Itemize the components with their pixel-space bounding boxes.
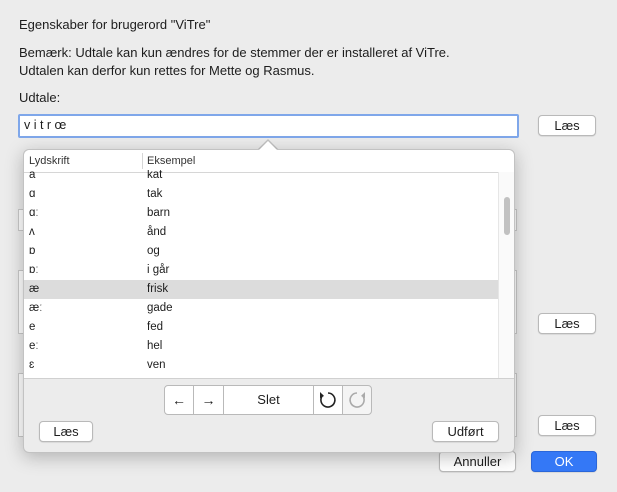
table-body: a kat ɑ tak ɑː barn ʌ ånd ɒ og ɒː i går æ frisk æː gade… — [24, 170, 498, 378]
left-arrow-button[interactable]: ← — [164, 385, 194, 415]
table-row[interactable]: eː hel — [24, 337, 498, 356]
scrollbar-track[interactable] — [498, 172, 514, 378]
example-word: hel — [147, 340, 163, 352]
table-row[interactable]: ɒː i går — [24, 261, 498, 280]
ok-button[interactable]: OK — [531, 451, 597, 472]
phonetic-symbol: ɒː — [29, 264, 39, 276]
table-row[interactable]: æː gade — [24, 299, 498, 318]
phonetic-table: Lydskrift Eksempel a kat ɑ tak ɑː barn ʌ ånd ɒ og… — [24, 150, 514, 379]
undo-icon — [320, 392, 336, 408]
example-word: barn — [147, 207, 171, 219]
delete-label: Slet — [257, 392, 280, 407]
done-button[interactable]: Udført — [432, 421, 499, 442]
pronunciation-value: v i t r œ — [24, 118, 67, 132]
table-row[interactable]: ɛ ven — [24, 356, 498, 375]
undo-button[interactable] — [313, 385, 343, 415]
note-line-1: Bemærk: Udtale kan kun ændres for de ste… — [19, 45, 450, 60]
table-row[interactable]: a kat — [24, 170, 498, 185]
table-row[interactable]: æ frisk — [24, 280, 498, 299]
phonetic-symbol: æ — [29, 283, 40, 295]
table-row[interactable]: e fed — [24, 318, 498, 337]
example-word: ven — [147, 359, 166, 371]
dialog-title: Egenskaber for brugerord "ViTre" — [19, 17, 211, 32]
redo-icon — [349, 392, 365, 408]
col-phonetic-header[interactable]: Lydskrift — [29, 155, 70, 167]
table-row[interactable]: ɑ tak — [24, 185, 498, 204]
right-arrow-icon: → — [201, 392, 216, 408]
example-word: tak — [147, 188, 163, 200]
phonetic-symbol: ɑ — [29, 188, 36, 200]
read-button-1[interactable]: Læs — [538, 115, 596, 136]
scrollbar-thumb[interactable] — [504, 197, 510, 235]
example-word: i går — [147, 264, 170, 276]
cancel-button[interactable]: Annuller — [439, 451, 516, 472]
example-word: kat — [147, 170, 163, 181]
example-word: fed — [147, 321, 163, 333]
phonetic-symbol: a — [29, 170, 36, 181]
phonetic-symbol: eː — [29, 340, 39, 352]
redo-button[interactable] — [342, 385, 372, 415]
example-word: frisk — [147, 283, 169, 295]
phonetic-popover: Lydskrift Eksempel a kat ɑ tak ɑː barn ʌ ånd ɒ og… — [23, 149, 515, 453]
note-line-2: Udtalen kan derfor kun rettes for Mette … — [19, 63, 315, 78]
phonetic-symbol: ɒ — [29, 245, 36, 257]
popover-arrow-fill — [259, 141, 277, 150]
pronunciation-input[interactable]: v i t r œ — [18, 114, 519, 138]
left-arrow-icon: ← — [172, 392, 186, 408]
phonetic-symbol: ɑː — [29, 207, 39, 219]
example-word: og — [147, 245, 160, 257]
col-divider — [142, 153, 143, 169]
delete-button[interactable]: Slet — [223, 385, 314, 415]
table-row[interactable]: ɒ og — [24, 242, 498, 261]
table-row[interactable]: ʌ ånd — [24, 223, 498, 242]
example-word: ånd — [147, 226, 167, 238]
pronunciation-label: Udtale: — [19, 90, 61, 105]
phonetic-symbol: e — [29, 321, 36, 333]
example-word: gade — [147, 302, 173, 314]
phonetic-symbol: ʌ — [29, 226, 35, 238]
table-row[interactable]: ɑː barn — [24, 204, 498, 223]
read-button-2[interactable]: Læs — [538, 313, 596, 334]
read-button-3[interactable]: Læs — [538, 415, 596, 436]
right-arrow-button[interactable]: → — [193, 385, 224, 415]
phonetic-symbol: ɛ — [29, 359, 35, 371]
col-example-header[interactable]: Eksempel — [147, 155, 195, 167]
popover-read-button[interactable]: Læs — [39, 421, 93, 442]
phonetic-symbol: æː — [29, 302, 43, 314]
